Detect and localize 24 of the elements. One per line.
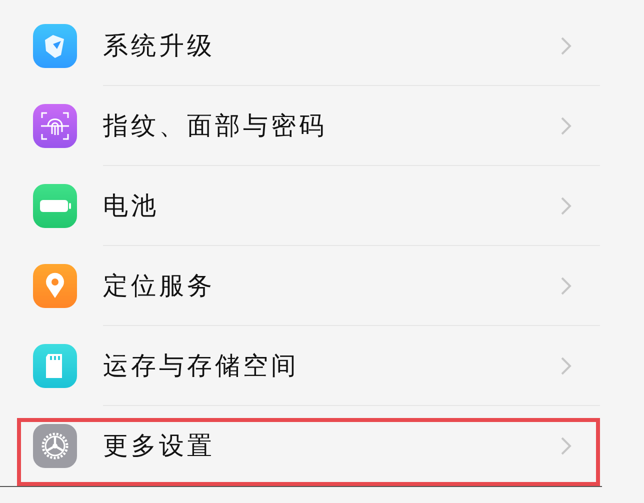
setting-label: 电池 xyxy=(103,190,159,222)
setting-label: 更多设置 xyxy=(103,430,215,462)
chevron-right-icon xyxy=(560,436,572,456)
sd-card-icon xyxy=(33,344,77,388)
chevron-right-icon xyxy=(560,356,572,376)
battery-icon xyxy=(33,184,77,228)
chevron-right-icon xyxy=(560,276,572,296)
location-pin-icon xyxy=(33,264,77,308)
chevron-right-icon xyxy=(560,116,572,136)
settings-row[interactable]: 定位服务 xyxy=(0,246,644,326)
chevron-right-icon xyxy=(560,196,572,216)
settings-icon xyxy=(33,424,77,468)
fingerprint-icon xyxy=(33,104,77,148)
cube-icon xyxy=(33,24,77,68)
settings-row[interactable]: 运存与存储空间 xyxy=(0,326,644,406)
setting-label: 指纹、面部与密码 xyxy=(103,110,327,142)
settings-row[interactable]: 更多设置 xyxy=(0,406,644,486)
settings-row[interactable]: 系统升级 xyxy=(0,6,644,86)
settings-row[interactable]: 电池 xyxy=(0,166,644,246)
setting-label: 定位服务 xyxy=(103,270,215,302)
chevron-right-icon xyxy=(560,36,572,56)
setting-label: 系统升级 xyxy=(103,30,215,62)
setting-label: 运存与存储空间 xyxy=(103,350,299,382)
settings-row[interactable]: 指纹、面部与密码 xyxy=(0,86,644,166)
